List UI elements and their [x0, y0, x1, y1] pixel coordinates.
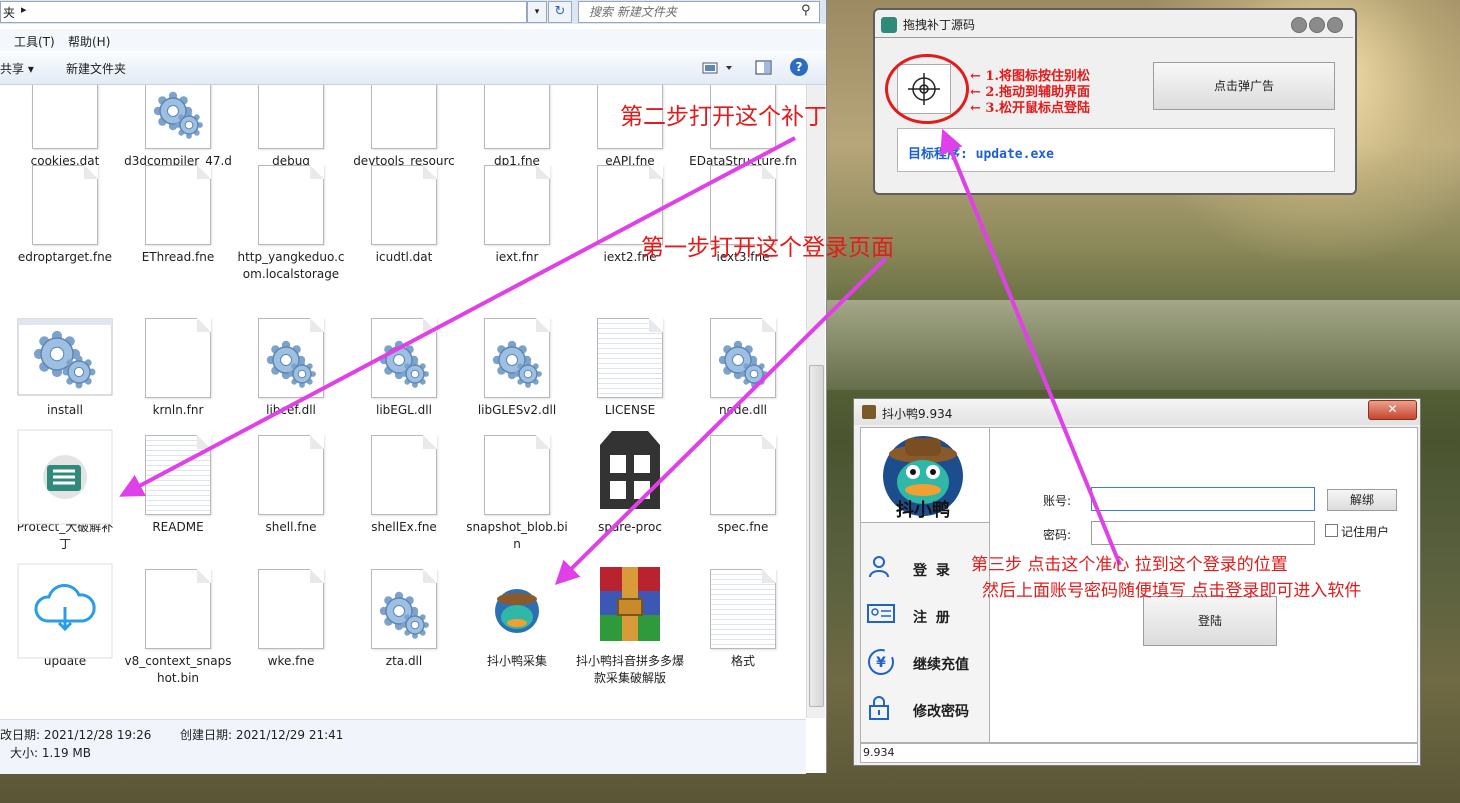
annotation-step-3-line-2: 然后上面账号密码随便填写 点击登录即可进入软件	[982, 581, 1362, 601]
annotation-step-1: 第一步打开这个登录页面	[641, 235, 894, 261]
annotation-step-3-line-1: 第三步 点击这个准心 拉到这个登录的位置	[971, 555, 1288, 575]
arrow-to-crosshair	[940, 128, 1122, 566]
arrow-to-duck-app	[554, 256, 888, 586]
annotation-step-2: 第二步打开这个补丁	[620, 104, 827, 130]
arrow-to-patch-file	[119, 136, 796, 497]
